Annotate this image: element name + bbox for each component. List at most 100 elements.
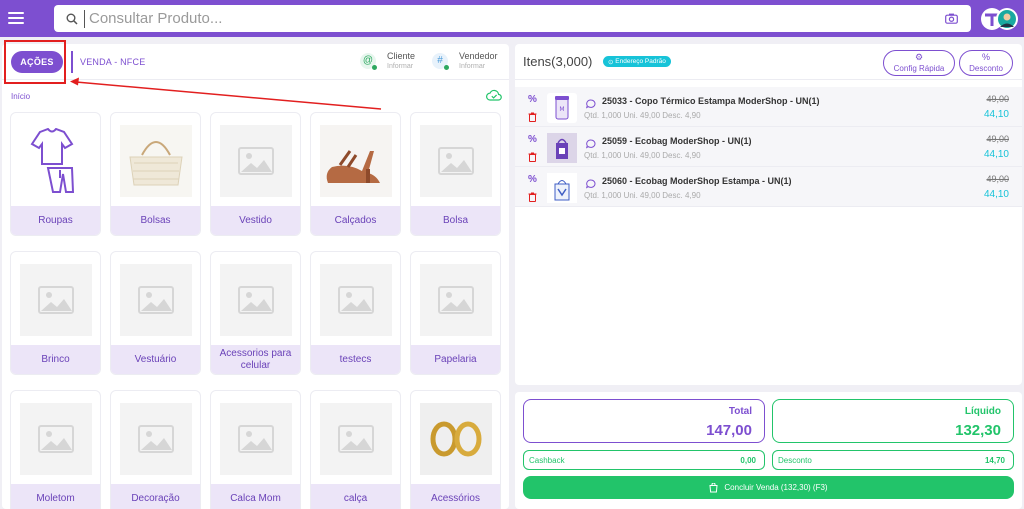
- category-card[interactable]: Vestido: [210, 112, 301, 236]
- product-thumbnail: [547, 133, 577, 163]
- cart-icon: [709, 482, 718, 492]
- trash-icon[interactable]: [528, 189, 537, 207]
- category-label: Calçados: [311, 206, 400, 235]
- total-box: Total 147,00: [523, 399, 765, 443]
- category-card[interactable]: Calca Mom: [210, 390, 301, 509]
- config-rapida-button[interactable]: ⚙ Config Rápida: [883, 50, 955, 76]
- item-old-price: 49,00: [986, 134, 1009, 144]
- at-icon: @: [360, 52, 377, 70]
- list-item[interactable]: % 25059 - Ecobag ModerShop - UN(1) Qtd. …: [515, 127, 1022, 167]
- discount-percent-icon[interactable]: %: [528, 174, 537, 185]
- item-new-price: 44,10: [983, 189, 1009, 200]
- concluir-venda-button[interactable]: Concluir Venda (132,30) (F3): [523, 476, 1014, 499]
- liquido-value: 132,30: [955, 422, 1001, 439]
- search-icon: [60, 13, 84, 25]
- category-card[interactable]: Vestuário: [110, 251, 201, 375]
- category-card[interactable]: Papelaria: [410, 251, 501, 375]
- trash-icon[interactable]: [528, 149, 537, 167]
- hash-icon: #: [432, 52, 449, 70]
- earrings-photo: [420, 403, 492, 475]
- desconto-total-value: 14,70: [984, 456, 1005, 465]
- total-value: 147,00: [706, 422, 752, 439]
- category-card[interactable]: Moletom: [10, 390, 101, 509]
- discount-percent-icon[interactable]: %: [528, 94, 537, 105]
- category-label: Moletom: [11, 484, 100, 509]
- cliente-title: Cliente: [387, 51, 416, 61]
- vendedor-selector[interactable]: # Vendedor Informar: [432, 51, 498, 70]
- gear-icon: ⚙: [914, 52, 924, 62]
- vendedor-title: Vendedor: [459, 51, 498, 61]
- cashback-value: 0,00: [740, 456, 756, 465]
- liquido-label: Líquido: [964, 406, 1001, 417]
- item-old-price: 49,00: [986, 174, 1009, 184]
- divider: [71, 51, 73, 73]
- items-panel: Itens(3,000) ⊙ Endereço Padrão ⚙ Config …: [515, 44, 1022, 385]
- category-card[interactable]: calça: [310, 390, 401, 509]
- image-placeholder-icon: [20, 403, 92, 475]
- item-title: 25033 - Copo Térmico Estampa ModerShop -…: [602, 96, 820, 106]
- category-card[interactable]: Bolsas: [110, 112, 201, 236]
- camera-icon[interactable]: [939, 13, 963, 24]
- search-input[interactable]: [84, 9, 939, 28]
- category-card[interactable]: Calçados: [310, 112, 401, 236]
- address-badge[interactable]: ⊙ Endereço Padrão: [603, 56, 671, 67]
- image-placeholder-icon: [20, 264, 92, 336]
- category-card[interactable]: testecs: [310, 251, 401, 375]
- category-label: Acessórios: [411, 484, 500, 509]
- image-placeholder-icon: [220, 125, 292, 197]
- handbag-photo: [120, 125, 192, 197]
- category-card[interactable]: Acessorios para celular: [210, 251, 301, 375]
- discount-percent-icon[interactable]: %: [528, 134, 537, 145]
- desconto-total-label: Desconto: [778, 456, 812, 465]
- item-title: 25060 - Ecobag ModerShop Estampa - UN(1): [602, 176, 792, 186]
- category-card[interactable]: Brinco: [10, 251, 101, 375]
- image-placeholder-icon: [120, 403, 192, 475]
- sale-type-label: VENDA - NFCE: [80, 57, 146, 67]
- image-placeholder-icon: [420, 125, 492, 197]
- image-placeholder-icon: [320, 264, 392, 336]
- breadcrumb[interactable]: Início: [11, 92, 30, 101]
- item-new-price: 44,10: [983, 149, 1009, 160]
- category-card[interactable]: Bolsa: [410, 112, 501, 236]
- clothes-icon: [20, 125, 92, 197]
- list-item[interactable]: % M 25033 - Copo Térmico Estampa ModerSh…: [515, 87, 1022, 127]
- image-placeholder-icon: [220, 264, 292, 336]
- search-bar[interactable]: [54, 5, 971, 32]
- desconto-label: Desconto: [969, 64, 1003, 73]
- sandal-photo: [320, 125, 392, 197]
- category-label: Vestuário: [111, 345, 200, 374]
- category-card[interactable]: Roupas: [10, 112, 101, 236]
- concluir-label: Concluir Venda (132,30) (F3): [724, 483, 828, 492]
- category-panel: AÇÕES VENDA - NFCE @ Cliente Informar # …: [2, 44, 509, 509]
- item-meta: Qtd. 1,000 Uni. 49,00 Desc. 4,90: [584, 151, 701, 160]
- cloud-sync-icon[interactable]: [486, 88, 502, 106]
- list-item[interactable]: % 25060 - Ecobag ModerShop Estampa - UN(…: [515, 167, 1022, 207]
- image-placeholder-icon: [220, 403, 292, 475]
- desconto-field[interactable]: Desconto 14,70: [772, 450, 1014, 470]
- category-card[interactable]: Decoração: [110, 390, 201, 509]
- top-bar: [0, 0, 1024, 37]
- acoes-button[interactable]: AÇÕES: [11, 51, 63, 73]
- category-label: Calca Mom: [211, 484, 300, 509]
- cliente-selector[interactable]: @ Cliente Informar: [360, 51, 415, 70]
- category-label: Brinco: [11, 345, 100, 374]
- cashback-field[interactable]: Cashback 0,00: [523, 450, 765, 470]
- category-label: calça: [311, 484, 400, 509]
- product-thumbnail: [547, 173, 577, 203]
- image-placeholder-icon: [420, 264, 492, 336]
- sale-header: AÇÕES VENDA - NFCE @ Cliente Informar # …: [2, 44, 509, 80]
- trash-icon[interactable]: [528, 109, 537, 127]
- cliente-sub: Informar: [387, 63, 414, 70]
- category-card[interactable]: Acessórios: [410, 390, 501, 509]
- desconto-button[interactable]: % Desconto: [959, 50, 1013, 76]
- cashback-label: Cashback: [529, 456, 565, 465]
- items-header: Itens(3,000) ⊙ Endereço Padrão ⚙ Config …: [515, 44, 1022, 80]
- image-placeholder-icon: [320, 403, 392, 475]
- liquido-box: Líquido 132,30: [772, 399, 1014, 443]
- total-label: Total: [728, 406, 752, 417]
- item-meta: Qtd. 1,000 Uni. 49,00 Desc. 4,90: [584, 111, 701, 120]
- hamburger-menu-icon[interactable]: [8, 9, 24, 27]
- category-label: Vestido: [211, 206, 300, 235]
- avatar[interactable]: [980, 7, 1018, 31]
- product-thumbnail: M: [547, 93, 577, 123]
